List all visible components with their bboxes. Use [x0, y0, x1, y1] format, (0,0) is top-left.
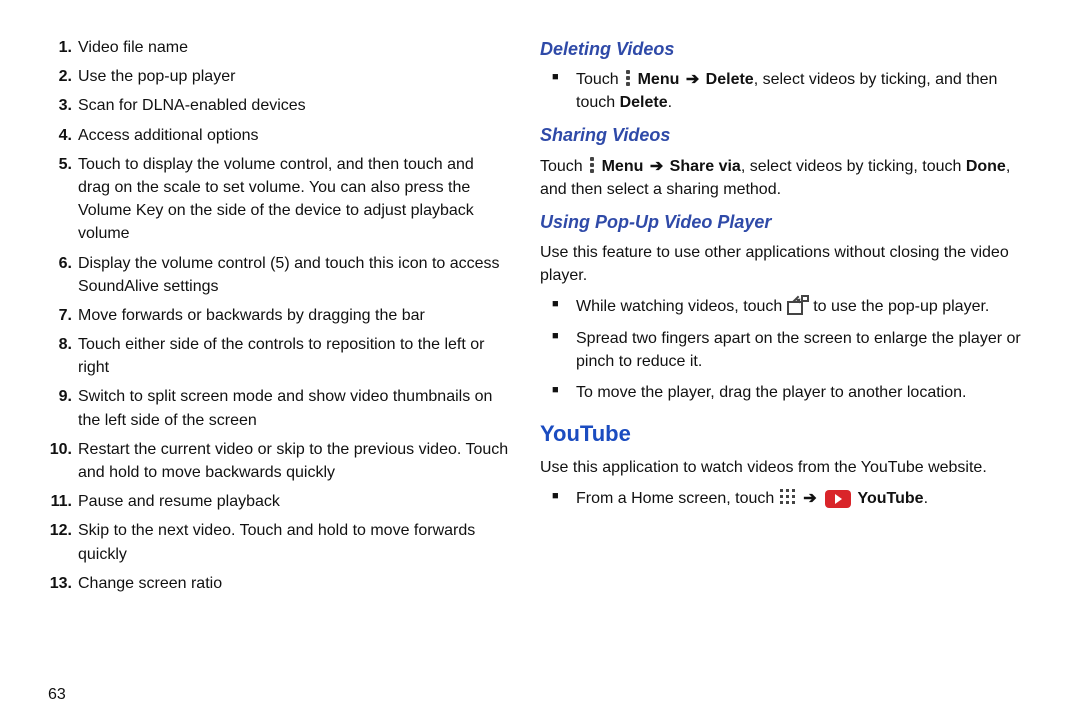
item-text: Scan for DLNA-enabled devices: [78, 97, 306, 114]
numbered-list: 1. Video file name 2. Use the pop-up playe…: [40, 36, 510, 595]
apps-grid-icon: [779, 488, 797, 506]
text: Spread two fingers apart on the screen t…: [576, 330, 1021, 370]
item-number: 12.: [40, 519, 72, 542]
item-number: 8.: [40, 333, 72, 356]
popup-bullets: While watching videos, touch to use the …: [540, 295, 1040, 404]
youtube-paragraph: Use this application to watch videos fro…: [540, 456, 1040, 479]
item-number: 13.: [40, 572, 72, 595]
item-number: 9.: [40, 385, 72, 408]
arrow-right-icon: ➔: [684, 71, 701, 88]
text: Touch: [576, 71, 623, 88]
menu-icon: [623, 70, 633, 86]
arrow-right-icon: ➔: [801, 490, 818, 507]
item-number: 11.: [40, 490, 72, 513]
popup-player-icon: [787, 295, 809, 315]
arrow-right-icon: ➔: [648, 158, 665, 175]
item-number: 2.: [40, 65, 72, 88]
text: To move the player, drag the player to a…: [576, 384, 966, 401]
deleting-bullets: Touch Menu ➔ Delete, select videos by ti…: [540, 68, 1040, 114]
item-number: 7.: [40, 304, 72, 327]
item-text: Use the pop-up player: [78, 68, 235, 85]
item-text: Skip to the next video. Touch and hold t…: [78, 522, 475, 562]
item-text: Touch either side of the controls to rep…: [78, 336, 484, 376]
item-number: 5.: [40, 153, 72, 176]
bold-menu: Menu: [602, 158, 648, 175]
list-item: 3. Scan for DLNA-enabled devices: [40, 94, 510, 117]
text: .: [924, 490, 928, 507]
item-text: Switch to split screen mode and show vid…: [78, 388, 492, 428]
text: Touch: [540, 158, 587, 175]
heading-popup-player: Using Pop-Up Video Player: [540, 209, 1040, 235]
item-text: Access additional options: [78, 127, 259, 144]
text: From a Home screen, touch: [576, 490, 779, 507]
list-item: 1. Video file name: [40, 36, 510, 59]
right-column: Deleting Videos Touch Menu ➔ Delete, sel…: [540, 36, 1040, 720]
item-text: Move forwards or backwards by dragging t…: [78, 307, 425, 324]
item-text: Change screen ratio: [78, 575, 222, 592]
list-item: 13. Change screen ratio: [40, 572, 510, 595]
list-item: 10. Restart the current video or skip to …: [40, 438, 510, 484]
youtube-icon: [823, 490, 853, 515]
text: , select videos by ticking, touch: [741, 158, 966, 175]
bold-delete: Delete: [620, 94, 668, 111]
text: to use the pop-up player.: [813, 298, 989, 315]
item-text: Restart the current video or skip to the…: [78, 441, 508, 481]
bullet-item: While watching videos, touch to use the …: [540, 295, 1040, 318]
bold-share-via: Share via: [670, 158, 741, 175]
bold-menu: Menu: [638, 71, 684, 88]
popup-paragraph: Use this feature to use other applicatio…: [540, 241, 1040, 287]
bullet-item: To move the player, drag the player to a…: [540, 381, 1040, 404]
youtube-bullets: From a Home screen, touch ➔ YouTube.: [540, 487, 1040, 515]
list-item: 11. Pause and resume playback: [40, 490, 510, 513]
heading-sharing-videos: Sharing Videos: [540, 122, 1040, 148]
menu-icon: [587, 157, 597, 173]
list-item: 5. Touch to display the volume control, a…: [40, 153, 510, 246]
bullet-item: From a Home screen, touch ➔ YouTube.: [540, 487, 1040, 515]
bold-done: Done: [966, 158, 1006, 175]
item-number: 1.: [40, 36, 72, 59]
list-item: 7. Move forwards or backwards by dragging…: [40, 304, 510, 327]
list-item: 9. Switch to split screen mode and show v…: [40, 385, 510, 431]
list-item: 8. Touch either side of the controls to r…: [40, 333, 510, 379]
item-number: 3.: [40, 94, 72, 117]
item-number: 4.: [40, 124, 72, 147]
list-item: 4. Access additional options: [40, 124, 510, 147]
item-number: 6.: [40, 252, 72, 275]
item-number: 10.: [40, 438, 72, 461]
item-text: Video file name: [78, 39, 188, 56]
bold-delete: Delete: [706, 71, 754, 88]
text: .: [668, 94, 672, 111]
sharing-paragraph: Touch Menu ➔ Share via, select videos by…: [540, 155, 1040, 201]
list-item: 2. Use the pop-up player: [40, 65, 510, 88]
text: While watching videos, touch: [576, 298, 787, 315]
left-column: 1. Video file name 2. Use the pop-up playe…: [40, 36, 540, 720]
bullet-item: Touch Menu ➔ Delete, select videos by ti…: [540, 68, 1040, 114]
manual-page: 1. Video file name 2. Use the pop-up playe…: [0, 0, 1080, 720]
list-item: 12. Skip to the next video. Touch and hol…: [40, 519, 510, 565]
heading-deleting-videos: Deleting Videos: [540, 36, 1040, 62]
bold-youtube: YouTube: [858, 490, 924, 507]
item-text: Touch to display the volume control, and…: [78, 156, 474, 243]
item-text: Display the volume control (5) and touch…: [78, 255, 500, 295]
heading-youtube: YouTube: [540, 418, 1040, 450]
item-text: Pause and resume playback: [78, 493, 280, 510]
list-item: 6. Display the volume control (5) and tou…: [40, 252, 510, 298]
bullet-item: Spread two fingers apart on the screen t…: [540, 327, 1040, 373]
page-number: 63: [48, 683, 66, 706]
